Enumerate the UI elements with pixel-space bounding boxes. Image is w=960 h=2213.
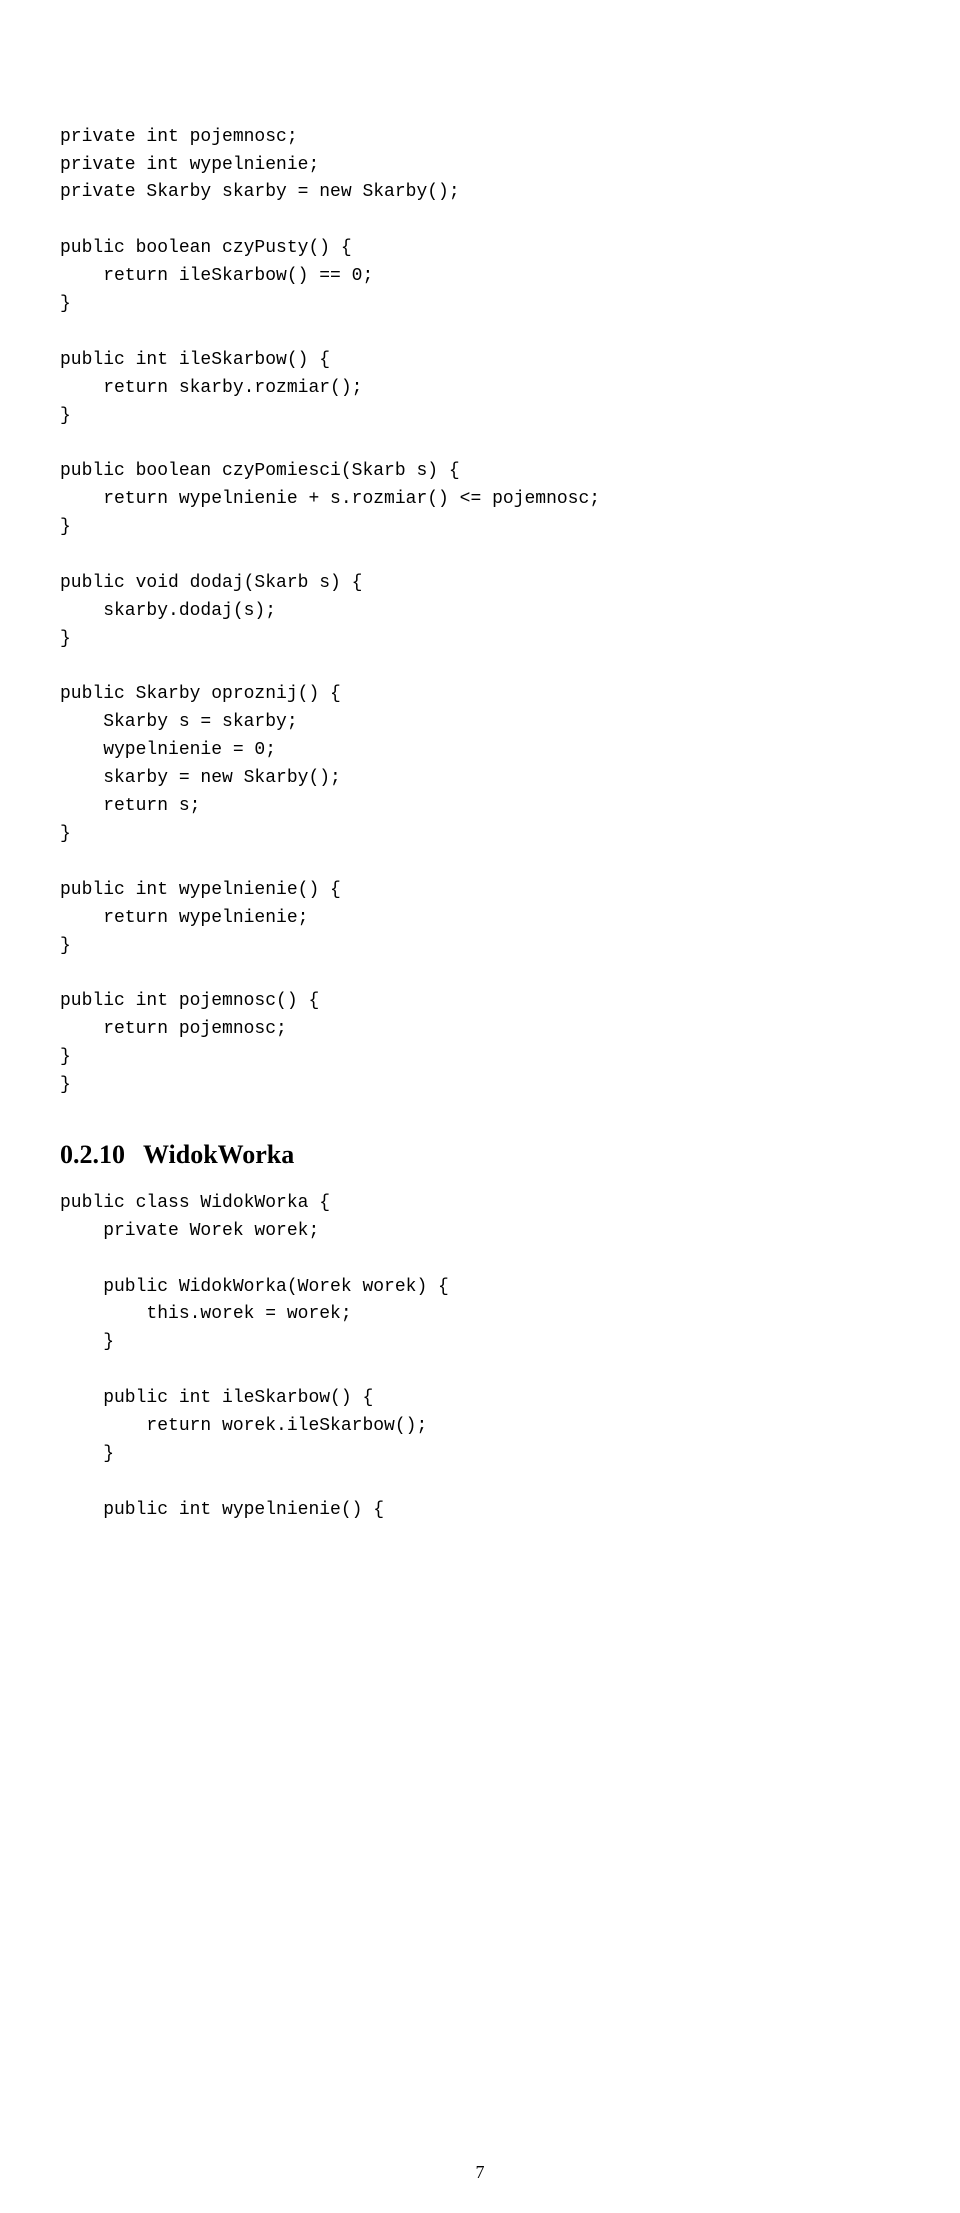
- section-number: 0.2.10: [60, 1140, 125, 1170]
- code-top: [60, 40, 900, 124]
- code-section-bottom: public class WidokWorka { private Worek …: [60, 1190, 900, 1525]
- section-heading: 0.2.10 WidokWorka: [60, 1140, 900, 1170]
- code-section-top: private int pojemnosc; private int wypel…: [60, 124, 900, 1100]
- page-number: 7: [476, 2162, 485, 2183]
- page: private int pojemnosc; private int wypel…: [0, 0, 960, 2213]
- section-title: WidokWorka: [143, 1140, 294, 1170]
